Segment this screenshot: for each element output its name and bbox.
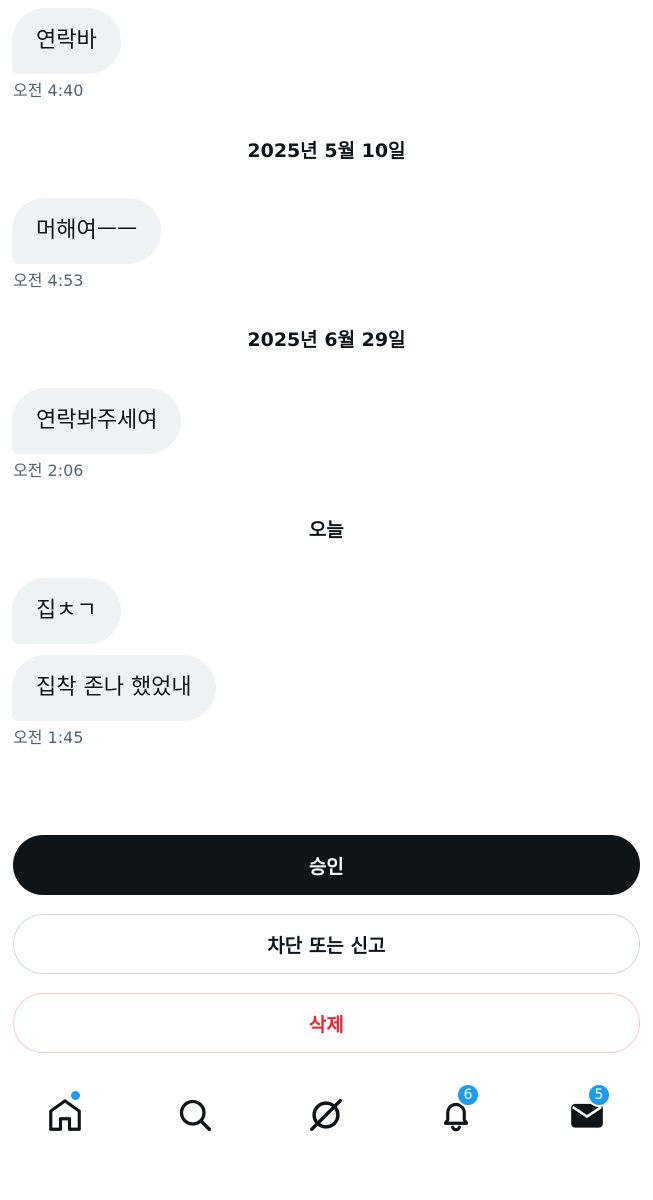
date-separator: 2025년 6월 29일 — [247, 329, 406, 351]
unread-dot — [71, 1091, 80, 1100]
date-separator: 오늘 — [309, 519, 344, 541]
dm-request-screen: 연락바 오전 4:40 2025년 5월 10일 머해여ㅡㅡ 오전 4:53 2… — [0, 0, 653, 1200]
notification-count-badge: 6 — [456, 1083, 480, 1107]
message-bubble[interactable]: 집ㅊㄱ — [12, 578, 121, 644]
message-bubble[interactable]: 집착 존나 했었내 — [12, 655, 216, 721]
home-icon — [49, 1099, 81, 1131]
bottom-tab-bar: 6 5 — [0, 1075, 653, 1155]
message-bubble[interactable]: 머해여ㅡㅡ — [12, 198, 162, 264]
tab-home[interactable] — [41, 1091, 89, 1139]
tab-grok[interactable] — [302, 1091, 350, 1139]
accept-button[interactable]: 승인 — [13, 835, 640, 895]
tab-search[interactable] — [171, 1091, 219, 1139]
search-icon — [179, 1099, 212, 1132]
message-timestamp: 오전 4:40 — [13, 81, 84, 100]
block-or-report-button[interactable]: 차단 또는 신고 — [13, 914, 640, 974]
message-timestamp: 오전 1:45 — [13, 728, 84, 747]
message-count-badge: 5 — [587, 1083, 611, 1107]
tab-notifications[interactable]: 6 — [432, 1083, 480, 1139]
message-bubble[interactable]: 연락봐주세여 — [12, 388, 182, 454]
date-separator: 2025년 5월 10일 — [247, 140, 406, 162]
tab-messages[interactable]: 5 — [563, 1083, 611, 1139]
grok-icon — [310, 1099, 342, 1131]
delete-button[interactable]: 삭제 — [13, 993, 640, 1053]
message-timestamp: 오전 2:06 — [13, 461, 84, 480]
message-bubble[interactable]: 연락바 — [12, 8, 121, 74]
message-timestamp: 오전 4:53 — [13, 271, 84, 290]
